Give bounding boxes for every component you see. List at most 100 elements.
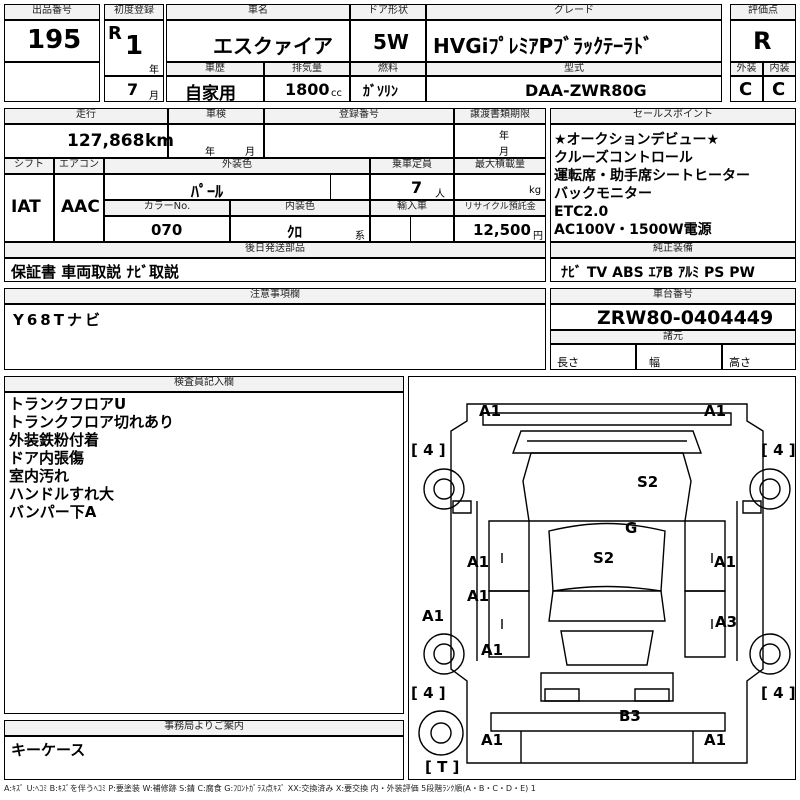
mark-a1-front-right: A1 bbox=[704, 402, 726, 420]
grade-value: HVGiﾌﾟﾚﾐｱPﾌﾞﾗｯｸﾃｰﾗﾄﾞ bbox=[433, 34, 654, 58]
sales-point-item: バックモニター bbox=[554, 186, 652, 202]
recycle-value: 12,500 bbox=[473, 221, 531, 239]
recycle-label: リサイクル預託金 bbox=[454, 200, 546, 216]
mark-a1-door-lf: A1 bbox=[467, 553, 489, 571]
mark-g-windshield: G bbox=[625, 519, 637, 537]
color-no-label: カラーNo. bbox=[104, 200, 230, 216]
color-no-cell: 070 bbox=[104, 216, 230, 242]
history-cell: 自家用 bbox=[166, 76, 264, 104]
transfer-year-unit: 年 bbox=[499, 131, 509, 142]
mark-spare-tyre: [ T ] bbox=[425, 758, 459, 776]
length-label: 長さ bbox=[557, 356, 579, 369]
capacity-cell: 7 人 bbox=[370, 174, 454, 200]
notes-cell: Y68Tナビ bbox=[4, 304, 546, 370]
specs-label: 諸元 bbox=[550, 330, 796, 344]
cc-unit: cc bbox=[331, 88, 342, 99]
ext-color-value: ﾊﾟｰﾙ bbox=[191, 182, 224, 201]
import-sub bbox=[410, 216, 454, 242]
width-label: 幅 bbox=[649, 356, 660, 369]
shift-value: IAT bbox=[11, 197, 41, 217]
reg-year-value: 1 bbox=[125, 31, 144, 61]
genuine-value: ﾅﾋﾞ TV ABS ｴｱB ｱﾙﾐ PS PW bbox=[561, 265, 755, 281]
inspector-note-list: トランクフロアU トランクフロア切れあり 外装鉄粉付着 ドア内張傷 室内汚れ ハンドルすれ… bbox=[9, 395, 174, 521]
aircon-value: AAC bbox=[61, 197, 100, 217]
grade-cell: HVGiﾌﾟﾚﾐｱPﾌﾞﾗｯｸﾃｰﾗﾄﾞ bbox=[426, 20, 722, 62]
insp-year-unit: 年 bbox=[205, 147, 215, 158]
mark-a1-rear-right: A1 bbox=[704, 731, 726, 749]
sales-point-item: AC100V・1500W電源 bbox=[554, 222, 712, 238]
recycle-cell: 12,500 円 bbox=[454, 216, 546, 242]
later-parts-cell: 保証書 車両取説 ﾅﾋﾞ取説 bbox=[4, 258, 546, 282]
car-name-cell: エスクァイア bbox=[166, 20, 350, 62]
rating-value: R bbox=[753, 27, 772, 55]
reg-month-cell: 7 月 bbox=[104, 76, 164, 102]
mark-a1-rear-left: A1 bbox=[481, 731, 503, 749]
rating-cell: R bbox=[730, 20, 796, 62]
reg-no-label: 登録番号 bbox=[264, 108, 454, 124]
yen-unit: 円 bbox=[533, 231, 543, 242]
door-label: ドア形状 bbox=[350, 4, 426, 20]
series-unit: 系 bbox=[355, 231, 365, 242]
first-reg-label: 初度登録 bbox=[104, 4, 164, 20]
car-name-label: 車名 bbox=[166, 4, 350, 20]
sales-point-label: セールスポイント bbox=[550, 108, 796, 124]
int-color-cell: ｸﾛ 系 bbox=[230, 216, 370, 242]
shift-label: シフト bbox=[4, 158, 54, 174]
transfer-label: 譲渡書類期限 bbox=[454, 108, 546, 124]
fuel-cell: ｶﾞｿﾘﾝ bbox=[350, 76, 426, 102]
shift-cell: IAT bbox=[4, 174, 54, 242]
grade-label: グレード bbox=[426, 4, 722, 20]
damage-diagram-frame: A1 A1 [ 4 ] [ 4 ] S2 G S2 A1 A1 A1 A3 A1… bbox=[408, 376, 796, 780]
interior-cell: C bbox=[763, 76, 796, 102]
mark-tyre-rear-right: [ 4 ] bbox=[761, 684, 795, 702]
inspector-note-item: トランクフロアU bbox=[9, 395, 127, 413]
inspector-note-item: ドア内張傷 bbox=[9, 449, 85, 467]
ext-color-label: 外装色 bbox=[104, 158, 370, 174]
door-cell: 5W bbox=[350, 20, 426, 62]
max-load-label: 最大積載量 bbox=[454, 158, 546, 174]
fuel-value: ｶﾞｿﾘﾝ bbox=[363, 84, 398, 100]
history-value: 自家用 bbox=[185, 84, 236, 104]
exterior-cell: C bbox=[730, 76, 763, 102]
lot-no-label: 出品番号 bbox=[4, 4, 100, 20]
rating-label: 評価点 bbox=[730, 4, 796, 20]
mileage-cell: 127,868 km bbox=[4, 124, 174, 158]
int-color-label: 内装色 bbox=[230, 200, 370, 216]
door-value: 5W bbox=[373, 30, 409, 54]
notes-label: 注意事項欄 bbox=[4, 288, 546, 304]
kg-unit: kg bbox=[529, 185, 542, 196]
capacity-value: 7 bbox=[411, 178, 423, 197]
model-label: 型式 bbox=[426, 62, 722, 76]
notes-value: Y68Tナビ bbox=[13, 311, 103, 329]
office-cell: キーケース bbox=[4, 736, 404, 780]
sales-point-list: ★オークションデビュー★ クルーズコントロール 運転席・助手席シートヒーター バックモ… bbox=[554, 131, 750, 239]
sales-point-item: ★オークションデビュー★ bbox=[554, 132, 720, 148]
sales-point-item: クルーズコントロール bbox=[554, 150, 693, 166]
mark-tyre-front-left: [ 4 ] bbox=[411, 441, 446, 459]
chassis-label: 車台番号 bbox=[550, 288, 796, 304]
office-label: 事務局よりご案内 bbox=[4, 720, 404, 736]
year-unit: 年 bbox=[149, 65, 159, 76]
inspector-note-item: ハンドルすれ大 bbox=[9, 485, 115, 503]
chassis-value: ZRW80-0404449 bbox=[597, 307, 774, 329]
lot-no-cell: 195 bbox=[4, 20, 100, 62]
mark-tyre-rear-left: [ 4 ] bbox=[411, 684, 446, 702]
legend-text: A:ｷｽﾞ U:ﾍｺﾐ B:ｷｽﾞを伴うﾍｺﾐ P:要塗装 W:補修跡 S:錆 … bbox=[4, 784, 536, 793]
mark-a1-front-left: A1 bbox=[479, 402, 501, 420]
aircon-label: エアコン bbox=[54, 158, 104, 174]
inspector-cell: トランクフロアU トランクフロア切れあり 外装鉄粉付着 ドア内張傷 室内汚れ ハンドルすれ… bbox=[4, 392, 404, 714]
sales-point-cell: ★オークションデビュー★ クルーズコントロール 運転席・助手席シートヒーター バックモ… bbox=[550, 124, 796, 242]
car-name-value: エスクァイア bbox=[213, 34, 333, 58]
int-color-value: ｸﾛ bbox=[287, 223, 303, 241]
interior-value: C bbox=[772, 79, 786, 100]
spec-width-cell: 幅 bbox=[636, 344, 722, 370]
inspection-label: 車検 bbox=[168, 108, 264, 124]
ext-color-sub bbox=[330, 174, 370, 200]
reg-month-value: 7 bbox=[127, 80, 139, 99]
mark-a1-fender-rl: A1 bbox=[481, 641, 503, 659]
later-parts-label: 後日発送部品 bbox=[4, 242, 546, 258]
mark-a1-door-rf: A1 bbox=[714, 553, 736, 571]
reg-no-cell bbox=[264, 124, 454, 158]
genuine-label: 純正装備 bbox=[550, 242, 796, 258]
genuine-cell: ﾅﾋﾞ TV ABS ｴｱB ｱﾙﾐ PS PW bbox=[550, 258, 796, 282]
